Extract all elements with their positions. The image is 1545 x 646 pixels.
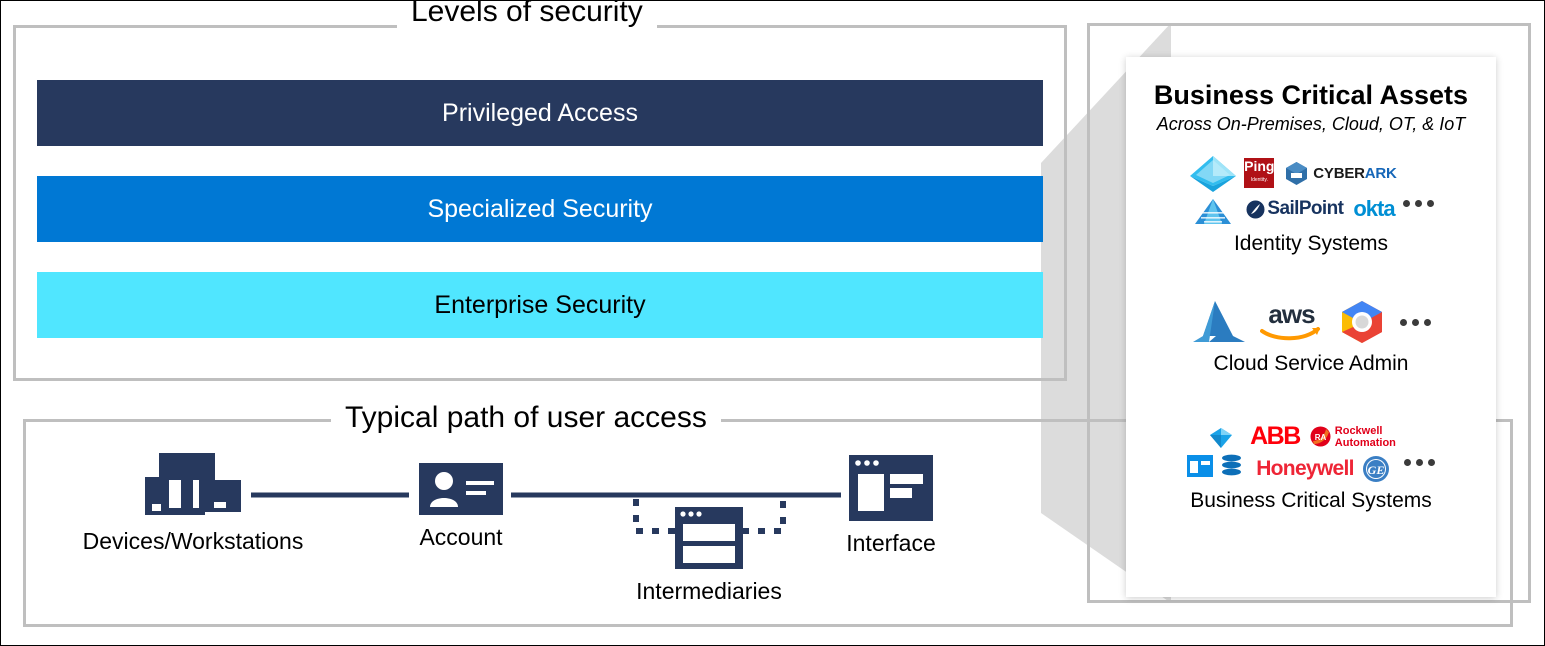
honeywell-logo: Honeywell <box>1256 457 1354 480</box>
asset-group-label: Business Critical Systems <box>1190 489 1432 512</box>
business-critical-logos: ABB RA Rockwell Automation Honeywell GE <box>1126 422 1496 483</box>
aws-swoosh-icon <box>1259 327 1320 341</box>
path-node-label: Devices/Workstations <box>82 528 304 554</box>
business-critical-assets-card: Business Critical Assets Across On-Premi… <box>1126 57 1496 597</box>
cyberark-logo: CYBERARK <box>1284 161 1397 186</box>
azure-ad-pyramid-icon <box>1195 199 1232 224</box>
path-node-label: Interface <box>846 530 936 556</box>
levels-of-security-title: Levels of security <box>397 1 657 29</box>
path-node-intermediaries[interactable]: Intermediaries <box>599 507 819 605</box>
abb-logo: ABB <box>1250 422 1301 450</box>
svg-text:RA: RA <box>1315 433 1327 442</box>
path-node-account[interactable]: Account <box>371 463 551 551</box>
ge-logo: GE <box>1362 456 1389 482</box>
cyberark-wordmark: CYBERARK <box>1313 164 1397 182</box>
bcs-logo-row-2: Honeywell GE <box>1250 455 1396 483</box>
assets-card-title: Business Critical Assets <box>1153 80 1469 110</box>
typical-path-title: Typical path of user access <box>331 401 721 435</box>
security-level-bar-enterprise-security[interactable]: Enterprise Security <box>37 272 1043 338</box>
svg-text:GE: GE <box>1367 463 1384 477</box>
security-level-label: Privileged Access <box>442 98 638 127</box>
asset-group-identity-systems: Ping Identity. CYBERARK SailPoint okta I… <box>1126 154 1496 256</box>
identity-logo-row-2: SailPoint okta <box>1244 196 1396 222</box>
security-level-label: Specialized Security <box>427 194 653 223</box>
rockwell-automation-logo: RA Rockwell Automation <box>1310 425 1396 449</box>
asset-group-label: Cloud Service Admin <box>1213 352 1409 375</box>
security-level-label: Enterprise Security <box>434 290 646 319</box>
path-node-interface[interactable]: Interface <box>801 455 981 557</box>
cloud-more-ellipsis-icon <box>1399 318 1431 326</box>
window-app-icon <box>1187 455 1214 477</box>
bcs-more-ellipsis-icon <box>1403 459 1435 466</box>
google-cloud-logo <box>1341 301 1382 343</box>
cloud-service-logos: aws <box>1126 298 1496 346</box>
identity-logo-row-1: Ping Identity. CYBERARK <box>1244 158 1397 188</box>
devices-workstations-icon <box>145 453 241 515</box>
aws-logo: aws <box>1259 301 1324 343</box>
asset-group-business-critical-systems: ABB RA Rockwell Automation Honeywell GE … <box>1126 422 1496 513</box>
rockwell-mark-icon: RA <box>1310 426 1331 447</box>
okta-logo: okta <box>1353 196 1395 221</box>
path-node-label: Account <box>419 524 503 550</box>
sailpoint-logo: SailPoint <box>1246 198 1344 220</box>
sap-diamond-logo <box>1210 428 1233 448</box>
bcs-logo-row-1: ABB RA Rockwell Automation <box>1250 422 1396 451</box>
sailpoint-mark-icon <box>1246 200 1265 218</box>
asset-group-label: Identity Systems <box>1233 232 1389 255</box>
database-icon <box>1222 454 1242 476</box>
interface-window-icon <box>849 455 933 521</box>
azure-logo <box>1192 301 1245 342</box>
security-levels-bar-list: Privileged Access Specialized Security E… <box>37 80 1043 338</box>
account-card-icon <box>419 463 503 515</box>
cyberark-hex-icon <box>1286 161 1308 185</box>
user-access-path-flow: Devices/Workstations Account Intermediar… <box>41 453 1041 613</box>
assets-card-subtitle: Across On-Premises, Cloud, OT, & IoT <box>1156 114 1466 134</box>
asset-group-cloud-service-admin: aws Cloud Service Admin <box>1126 298 1496 376</box>
identity-more-ellipsis-icon <box>1402 199 1434 207</box>
security-level-bar-privileged-access[interactable]: Privileged Access <box>37 80 1043 146</box>
path-node-label: Intermediaries <box>636 578 782 604</box>
security-level-bar-specialized-security[interactable]: Specialized Security <box>37 176 1043 242</box>
active-directory-icon <box>1190 156 1237 192</box>
privileged-access-diagram: Levels of security Privileged Access Spe… <box>0 0 1545 646</box>
path-node-devices-workstations[interactable]: Devices/Workstations <box>63 453 323 555</box>
ping-identity-logo: Ping Identity. <box>1244 158 1274 188</box>
identity-systems-logos: Ping Identity. CYBERARK SailPoint okta <box>1126 154 1496 226</box>
intermediaries-window-icon <box>675 507 743 569</box>
